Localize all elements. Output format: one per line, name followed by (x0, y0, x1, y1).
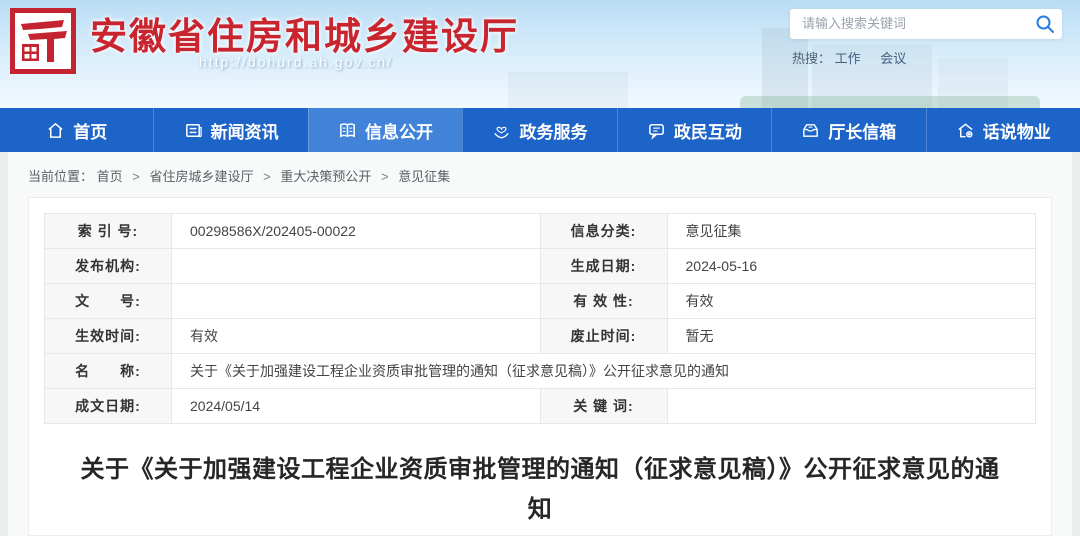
nav-item-info-disclosure[interactable]: 信息公开 (308, 108, 462, 152)
nav-item-news[interactable]: 新闻资讯 (153, 108, 307, 152)
search-box[interactable] (790, 9, 1062, 39)
site-url: http://dohurd.ah.gov.cn/ (90, 54, 502, 70)
meta-value-keywords (668, 389, 1037, 424)
meta-label-effective-time: 生效时间: (45, 319, 172, 354)
breadcrumb: 当前位置： 首页 > 省住房城乡建设厅 > 重大决策预公开 > 意见征集 (8, 152, 1072, 197)
hot-search-link-work[interactable]: 工作 (835, 51, 861, 66)
nav-item-interaction[interactable]: 政民互动 (617, 108, 771, 152)
meta-value-category: 意见征集 (668, 214, 1037, 249)
site-title: 安徽省住房和城乡建设厅 (90, 6, 510, 60)
meta-value-effective-time: 有效 (172, 319, 541, 354)
news-icon (184, 121, 203, 140)
meta-label-validity: 有 效 性: (541, 284, 668, 319)
nav-item-mailbox[interactable]: 厅长信箱 (771, 108, 925, 152)
page-body: 当前位置： 首页 > 省住房城乡建设厅 > 重大决策预公开 > 意见征集 索 引… (0, 152, 1080, 536)
meta-value-name: 关于《关于加强建设工程企业资质审批管理的通知（征求意见稿）》公开征求意见的通知 (172, 354, 1036, 389)
meta-label-written-date: 成文日期: (45, 389, 172, 424)
meta-label-publisher: 发布机构: (45, 249, 172, 284)
meta-value-doc-no (172, 284, 541, 319)
meta-label-generated-date: 生成日期: (541, 249, 668, 284)
trees-graphic (740, 96, 1040, 108)
nav-item-home[interactable]: 首页 (0, 108, 153, 152)
nav-item-label: 厅长信箱 (828, 118, 896, 143)
meta-label-index-no: 索 引 号: (45, 214, 172, 249)
breadcrumb-link-solicitation[interactable]: 意见征集 (398, 169, 450, 184)
meta-value-publisher (172, 249, 541, 284)
gov-service-icon (492, 121, 511, 140)
meta-value-validity: 有效 (668, 284, 1037, 319)
nav-item-label: 政民互动 (674, 118, 742, 143)
nav-item-property[interactable]: 话说物业 (926, 108, 1080, 152)
site-header: 安徽省住房和城乡建设厅 http://dohurd.ah.gov.cn/ 热搜：… (0, 0, 1080, 108)
meta-label-keywords: 关 键 词: (541, 389, 668, 424)
nav-item-label: 话说物业 (983, 118, 1051, 143)
search-input[interactable] (802, 9, 1032, 37)
meta-label-name: 名 称: (45, 354, 172, 389)
breadcrumb-link-dept[interactable]: 省住房城乡建设厅 (150, 169, 254, 184)
breadcrumb-separator: > (263, 169, 271, 184)
hot-search-link-meeting[interactable]: 会议 (880, 51, 906, 66)
content-wrapper: 当前位置： 首页 > 省住房城乡建设厅 > 重大决策预公开 > 意见征集 索 引… (8, 152, 1072, 536)
breadcrumb-prefix: 当前位置： (28, 169, 93, 184)
breadcrumb-link-predisclosure[interactable]: 重大决策预公开 (280, 169, 371, 184)
meta-value-written-date: 2024/05/14 (172, 389, 541, 424)
nav-item-label: 政务服务 (519, 118, 587, 143)
breadcrumb-separator: > (381, 169, 389, 184)
home-icon (46, 121, 65, 140)
breadcrumb-link-home[interactable]: 首页 (97, 169, 123, 184)
hot-search-label: 热搜： (792, 51, 831, 66)
document-meta-table: 索 引 号: 00298586X/202405-00022 信息分类: 意见征集… (44, 213, 1036, 424)
nav-item-label: 新闻资讯 (211, 118, 279, 143)
nav-item-label: 首页 (73, 118, 107, 143)
interaction-icon (647, 121, 666, 140)
site-logo-icon[interactable] (10, 8, 76, 74)
meta-value-index-no: 00298586X/202405-00022 (172, 214, 541, 249)
mailbox-icon (801, 121, 820, 140)
meta-label-doc-no: 文 号: (45, 284, 172, 319)
building-graphic (508, 72, 628, 108)
main-nav: 首页 新闻资讯 信息公开 (0, 108, 1080, 152)
search-icon[interactable] (1034, 13, 1056, 35)
hot-search: 热搜： 工作 会议 (792, 48, 922, 67)
nav-item-label: 信息公开 (365, 118, 433, 143)
page: 安徽省住房和城乡建设厅 http://dohurd.ah.gov.cn/ 热搜：… (0, 0, 1080, 536)
meta-value-abolish-time: 暂无 (668, 319, 1037, 354)
article-title: 关于《关于加强建设工程企业资质审批管理的通知（征求意见稿）》公开征求意见的通知 (78, 450, 1002, 529)
meta-label-abolish-time: 废止时间: (541, 319, 668, 354)
meta-label-category: 信息分类: (541, 214, 668, 249)
info-disclosure-icon (338, 121, 357, 140)
breadcrumb-separator: > (132, 169, 140, 184)
document-card: 索 引 号: 00298586X/202405-00022 信息分类: 意见征集… (28, 197, 1052, 536)
meta-value-generated-date: 2024-05-16 (668, 249, 1037, 284)
nav-item-gov-service[interactable]: 政务服务 (462, 108, 616, 152)
property-icon (956, 121, 975, 140)
